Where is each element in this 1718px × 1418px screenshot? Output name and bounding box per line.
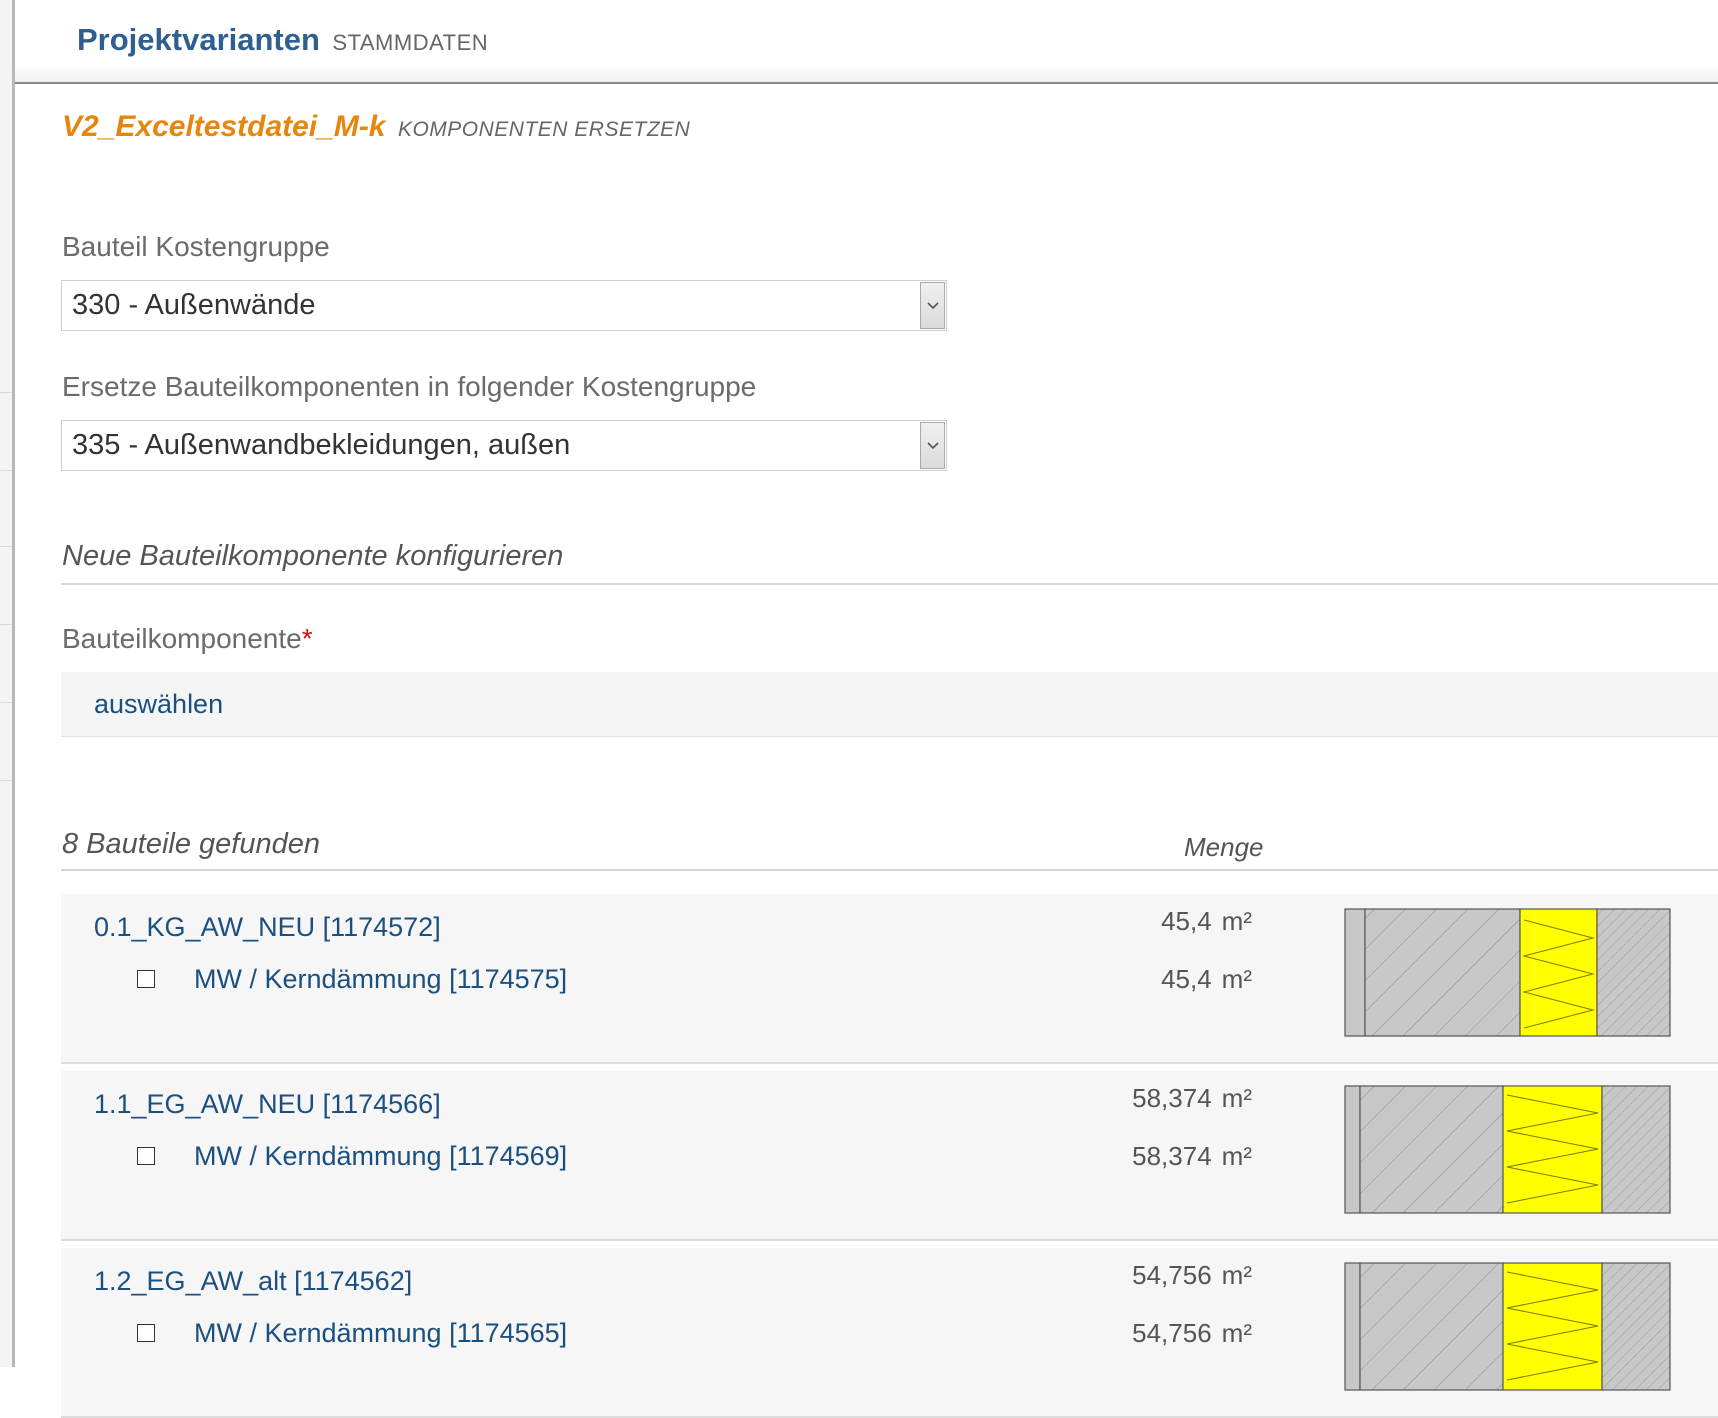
variant-action: KOMPONENTEN ERSETZEN xyxy=(397,118,691,141)
quantity-value: 54,756 xyxy=(1132,1260,1212,1290)
quantity-column-header: Menge xyxy=(1184,832,1264,862)
item-quantity: 58,374 m² xyxy=(1132,1083,1252,1114)
select-checkbox[interactable] xyxy=(137,970,155,988)
quantity-value: 58,374 xyxy=(1132,1083,1212,1113)
component-label-text: Bauteilkomponente xyxy=(62,623,302,654)
divider xyxy=(61,869,1718,871)
replace-group-label: Ersetze Bauteilkomponenten in folgender … xyxy=(62,371,757,402)
variant-name: V2_Exceltestdatei_M-k xyxy=(62,110,386,143)
replace-group-value: 335 - Außenwandbekleidungen, außen xyxy=(72,429,571,461)
sub-quantity: 54,756 m² xyxy=(1132,1318,1252,1349)
variant-title: V2_Exceltestdatei_M-k KOMPONENTEN ERSETZ… xyxy=(62,110,690,144)
page-title-text: Projektvarianten xyxy=(77,22,320,57)
page-title: Projektvarianten STAMMDATEN xyxy=(77,22,488,58)
quantity-unit: m² xyxy=(1221,1260,1252,1290)
required-marker: * xyxy=(301,623,313,654)
divider xyxy=(61,583,1718,585)
component-label: Bauteilkomponente* xyxy=(62,623,313,655)
rail-divider xyxy=(0,702,12,703)
quantity-value: 45,4 xyxy=(1161,964,1212,994)
cost-group-select[interactable]: 330 - Außenwände xyxy=(61,280,947,331)
wall-section-diagram xyxy=(1344,908,1671,1037)
list-item: 1.2_EG_AW_alt [1174562] 54,756 m² MW / Ke… xyxy=(61,1248,1718,1418)
rail-divider xyxy=(0,470,12,471)
cost-group-value: 330 - Außenwände xyxy=(72,289,316,321)
quantity-unit: m² xyxy=(1221,1318,1252,1348)
page-header: Projektvarianten STAMMDATEN xyxy=(15,0,1718,84)
item-name-link[interactable]: 0.1_KG_AW_NEU [1174572] xyxy=(94,912,441,943)
sub-component-link[interactable]: MW / Kerndämmung [1174569] xyxy=(194,1141,567,1172)
sub-quantity: 45,4 m² xyxy=(1161,964,1252,995)
quantity-value: 54,756 xyxy=(1132,1318,1212,1348)
quantity-unit: m² xyxy=(1221,1083,1252,1113)
wall-section-diagram xyxy=(1344,1262,1671,1391)
select-checkbox[interactable] xyxy=(137,1147,155,1165)
item-name-link[interactable]: 1.1_EG_AW_NEU [1174566] xyxy=(94,1089,441,1120)
sub-quantity: 58,374 m² xyxy=(1132,1141,1252,1172)
results-heading: 8 Bauteile gefunden xyxy=(62,828,320,860)
rail-divider xyxy=(0,546,12,547)
chevron-down-icon[interactable] xyxy=(920,282,945,329)
rail-divider xyxy=(0,780,12,781)
quantity-unit: m² xyxy=(1221,906,1252,936)
list-item: 1.1_EG_AW_NEU [1174566] 58,374 m² MW / Ke… xyxy=(61,1071,1718,1241)
rail-divider xyxy=(0,624,12,625)
quantity-unit: m² xyxy=(1221,1141,1252,1171)
item-name-link[interactable]: 1.2_EG_AW_alt [1174562] xyxy=(94,1266,412,1297)
select-component-link[interactable]: auswählen xyxy=(94,689,223,720)
quantity-value: 58,374 xyxy=(1132,1141,1212,1171)
page-subtitle: STAMMDATEN xyxy=(332,30,489,55)
chevron-down-icon[interactable] xyxy=(920,422,945,469)
configure-heading: Neue Bauteilkomponente konfigurieren xyxy=(62,540,564,572)
left-rail xyxy=(0,0,15,1367)
sub-component-link[interactable]: MW / Kerndämmung [1174565] xyxy=(194,1318,567,1349)
quantity-value: 45,4 xyxy=(1161,906,1212,936)
wall-section-diagram xyxy=(1344,1085,1671,1214)
cost-group-label: Bauteil Kostengruppe xyxy=(62,231,330,262)
item-quantity: 45,4 m² xyxy=(1161,906,1252,937)
quantity-unit: m² xyxy=(1221,964,1252,994)
replace-group-select[interactable]: 335 - Außenwandbekleidungen, außen xyxy=(61,420,947,471)
sub-component-link[interactable]: MW / Kerndämmung [1174575] xyxy=(194,964,567,995)
list-item: 0.1_KG_AW_NEU [1174572] 45,4 m² MW / Kern… xyxy=(61,894,1718,1064)
rail-divider xyxy=(0,392,12,393)
component-picker: auswählen xyxy=(61,672,1718,737)
select-checkbox[interactable] xyxy=(137,1324,155,1342)
item-quantity: 54,756 m² xyxy=(1132,1260,1252,1291)
